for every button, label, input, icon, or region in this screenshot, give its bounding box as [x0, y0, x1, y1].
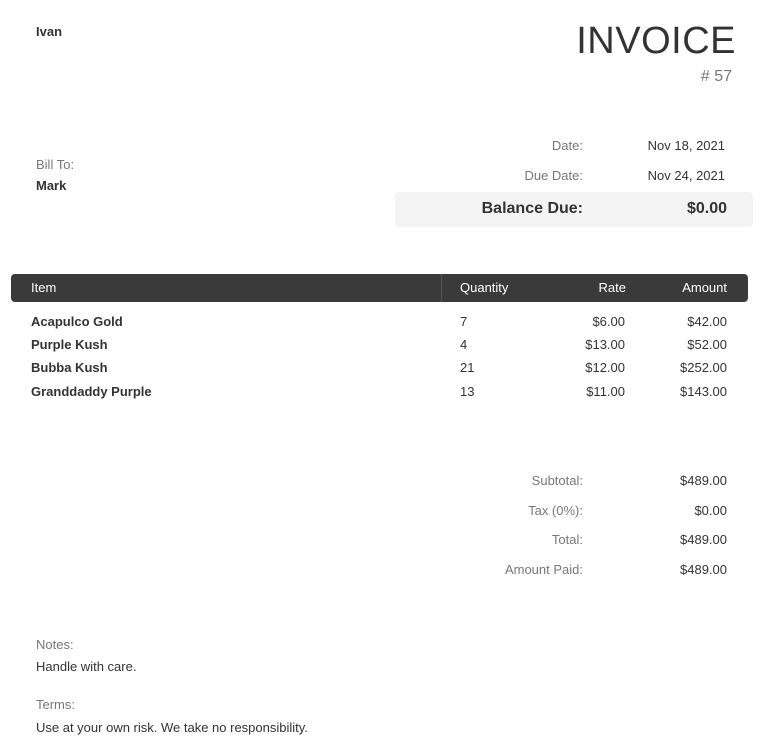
invoice-number: # 57 [700, 68, 732, 85]
items-table-header: Item Quantity Rate Amount [11, 274, 748, 302]
row-rate: $11.00 [586, 384, 625, 399]
tax-value: $0.00 [694, 503, 727, 518]
sender-name: Ivan [36, 24, 63, 39]
bill-to-name: Mark [36, 178, 67, 193]
row-rate: $12.00 [585, 360, 625, 375]
date-value: Nov 18, 2021 [647, 138, 725, 153]
row-quantity: 21 [460, 360, 475, 375]
subtotal-value: $489.00 [680, 473, 727, 488]
terms-label: Terms: [36, 697, 75, 712]
row-quantity: 4 [460, 337, 468, 352]
row-amount: $252.00 [680, 360, 727, 375]
row-amount: $143.00 [680, 384, 727, 399]
row-item: Granddaddy Purple [31, 384, 152, 399]
tax-label: Tax (0%): [528, 503, 583, 518]
header-rate: Rate [598, 280, 626, 295]
due-date-label: Due Date: [524, 168, 583, 183]
row-item: Bubba Kush [31, 360, 108, 375]
header-divider [441, 274, 442, 302]
header-item: Item [31, 280, 57, 295]
row-amount: $52.00 [687, 337, 727, 352]
notes-label: Notes: [36, 637, 74, 652]
subtotal-label: Subtotal: [531, 473, 583, 488]
row-item: Acapulco Gold [31, 314, 123, 329]
amount-paid-value: $489.00 [680, 562, 727, 577]
header-quantity: Quantity [460, 280, 509, 295]
due-date-value: Nov 24, 2021 [647, 168, 725, 183]
row-rate: $6.00 [592, 314, 625, 329]
balance-due-label: Balance Due: [481, 200, 583, 217]
terms-text: Use at your own risk. We take no respons… [36, 720, 308, 735]
invoice-title: INVOICE [576, 20, 736, 62]
date-label: Date: [551, 138, 583, 153]
header-amount: Amount [682, 280, 727, 295]
total-value: $489.00 [680, 532, 727, 547]
amount-paid-label: Amount Paid: [504, 562, 583, 577]
row-amount: $42.00 [687, 314, 727, 329]
row-quantity: 7 [460, 314, 468, 329]
row-quantity: 13 [460, 384, 475, 399]
balance-due-value: $0.00 [686, 200, 727, 217]
row-rate: $13.00 [585, 337, 625, 352]
row-item: Purple Kush [31, 337, 108, 352]
bill-to-label: Bill To: [36, 157, 75, 172]
total-label: Total: [551, 532, 583, 547]
notes-text: Handle with care. [36, 659, 137, 674]
